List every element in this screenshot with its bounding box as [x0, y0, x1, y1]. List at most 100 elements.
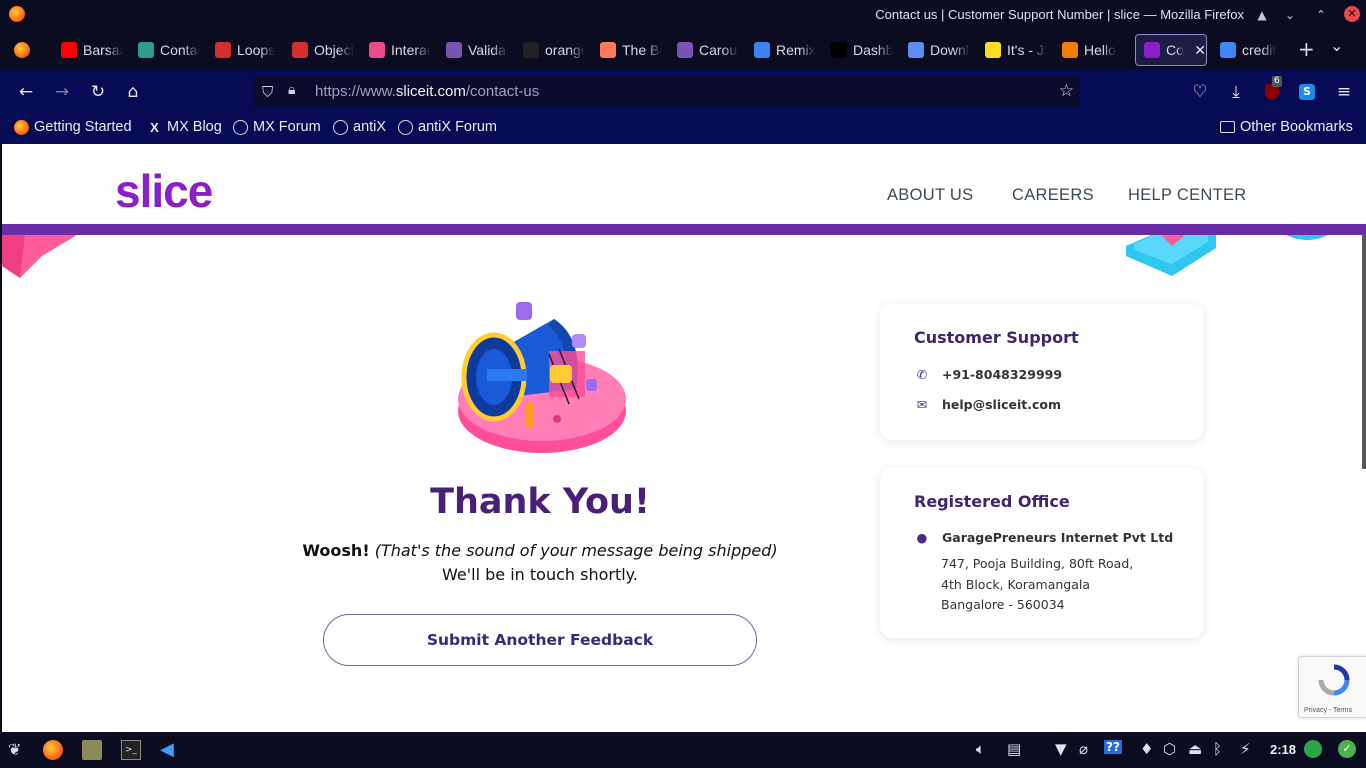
skype-extension-icon[interactable]: S: [1297, 82, 1317, 102]
cube-icon[interactable]: ⬡: [1163, 740, 1176, 758]
browser-tab[interactable]: Carousel: [669, 34, 739, 66]
tab-label: Loops: [237, 42, 276, 58]
bookmark-antix-forum[interactable]: antiX Forum: [398, 119, 497, 135]
ublock-icon[interactable]: 6: [1262, 76, 1282, 102]
update-icon[interactable]: [1304, 740, 1322, 758]
registered-office-heading: Registered Office: [914, 492, 1070, 511]
support-phone-row[interactable]: ✆ +91-8048329999: [914, 366, 1062, 382]
browser-tab[interactable]: Hello: [1054, 34, 1124, 66]
browser-tab[interactable]: Barsaat: [53, 34, 123, 66]
nav-help-center[interactable]: HELP CENTER: [1128, 186, 1247, 205]
wifi-icon[interactable]: ▼: [1055, 740, 1067, 758]
bootstrap-icon: [677, 42, 693, 58]
submit-another-feedback-button[interactable]: Submit Another Feedback: [323, 614, 757, 666]
browser-tab[interactable]: credit: [1212, 34, 1288, 66]
pocket-icon[interactable]: ♡: [1190, 82, 1210, 102]
firefox-icon: [14, 119, 29, 135]
browser-tab[interactable]: Validation: [438, 34, 508, 66]
firefox-menu-icon[interactable]: [14, 42, 30, 58]
js-icon: [985, 42, 1001, 58]
volume-icon[interactable]: 🔈︎: [976, 740, 985, 758]
help-icon[interactable]: ??: [1104, 740, 1122, 754]
new-tab-button[interactable]: +: [1298, 37, 1315, 61]
globe-icon: [333, 119, 348, 135]
lock-icon[interactable]: 🔒︎: [288, 82, 295, 98]
terminal-icon[interactable]: >_: [121, 740, 141, 760]
bookmark-antix[interactable]: antiX: [333, 119, 386, 135]
firefox-icon: [9, 6, 25, 22]
firefox-launcher-icon[interactable]: [43, 740, 63, 760]
menu-icon[interactable]: ≡: [1334, 82, 1354, 102]
recaptcha-badge[interactable]: Privacy - Terms: [1298, 656, 1366, 718]
notes-icon[interactable]: ▤: [1007, 740, 1021, 758]
close-window-button[interactable]: ✕: [1344, 6, 1360, 22]
reload-icon[interactable]: ↻: [88, 82, 108, 102]
battery-icon[interactable]: ⚡: [1240, 740, 1251, 758]
office-company: GaragePreneurs Internet Pvt Ltd: [942, 529, 1174, 545]
browser-tab[interactable]: Download: [900, 34, 970, 66]
start-menu-icon[interactable]: ❦: [8, 740, 28, 760]
bookmark-star-icon[interactable]: ☆: [1059, 81, 1074, 101]
tracking-shield-icon[interactable]: ⛉: [262, 83, 273, 101]
file-manager-icon[interactable]: [82, 740, 102, 760]
url-bar[interactable]: ⛉ 🔒︎ https://www.sliceit.com/contact-us …: [254, 76, 1080, 108]
location-pin-icon: ●: [916, 529, 928, 545]
list-tabs-icon[interactable]: ⌄: [1330, 36, 1343, 55]
keep-above-button[interactable]: ▲: [1252, 5, 1272, 25]
customer-support-card: Customer Support ✆ +91-8048329999 ✉ help…: [880, 304, 1204, 440]
dribbble-icon: [369, 42, 385, 58]
support-phone[interactable]: +91-8048329999: [942, 367, 1062, 382]
bluetooth-icon[interactable]: ᛒ: [1213, 740, 1222, 758]
browser-tab[interactable]: Dashboard: [823, 34, 893, 66]
slice-logo[interactable]: slice: [115, 164, 213, 218]
close-tab-icon[interactable]: ✕: [1194, 42, 1206, 59]
web-page: slice ABOUT US CAREERS HELP CENTER Thank…: [2, 144, 1366, 732]
eject-icon[interactable]: ⏏: [1188, 740, 1202, 758]
browser-tab[interactable]: Contact: [130, 34, 200, 66]
bookmark-mx-blog[interactable]: X MX Blog: [147, 119, 222, 135]
nav-about-us[interactable]: ABOUT US: [887, 186, 973, 205]
nav-careers[interactable]: CAREERS: [1012, 186, 1094, 205]
clock[interactable]: 2:18: [1270, 742, 1296, 757]
ag-icon: [1062, 42, 1078, 58]
header-band: [2, 224, 1366, 235]
other-bookmarks[interactable]: Other Bookmarks: [1220, 119, 1353, 135]
url-text[interactable]: https://www.sliceit.com/contact-us: [315, 83, 539, 100]
tab-bar: Barsaat Contact Loops Object Interactive Vali…: [0, 30, 1366, 70]
document-icon: [138, 42, 154, 58]
minimize-button[interactable]: ⌄: [1280, 5, 1300, 25]
forward-icon[interactable]: →: [52, 82, 72, 102]
browser-tab[interactable]: Remix: [746, 34, 816, 66]
downloads-icon[interactable]: ⤓: [1226, 82, 1246, 102]
tab-label: Interactive: [391, 42, 431, 58]
box-icon: [523, 42, 539, 58]
browser-tab[interactable]: Object: [284, 34, 354, 66]
browser-tab[interactable]: orange: [515, 34, 585, 66]
browser-tab[interactable]: Loops: [207, 34, 277, 66]
maximize-button[interactable]: ⌃: [1311, 5, 1331, 25]
recaptcha-icon: [1318, 664, 1350, 696]
tab-label: Download: [930, 42, 970, 58]
bookmark-mx-forum[interactable]: MX Forum: [233, 119, 321, 135]
vscode-icon[interactable]: ◀: [160, 740, 180, 760]
recaptcha-links[interactable]: Privacy - Terms: [1304, 707, 1352, 714]
ublock-count-badge: 6: [1272, 76, 1282, 87]
home-icon[interactable]: ⌂: [123, 82, 143, 102]
woosh-note: (That's the sound of your message being …: [374, 541, 778, 560]
browser-tab[interactable]: It's - JS: [977, 34, 1047, 66]
browser-tab[interactable]: Contact ✕: [1135, 34, 1207, 66]
browser-tab[interactable]: The Best: [592, 34, 662, 66]
check-icon[interactable]: ✓: [1338, 740, 1356, 758]
globe-icon: [398, 119, 413, 135]
bookmark-getting-started[interactable]: Getting Started: [14, 119, 132, 135]
support-email-row[interactable]: ✉ help@sliceit.com: [914, 396, 1061, 412]
bulb-icon[interactable]: ♦: [1140, 740, 1153, 758]
office-company-row: ● GaragePreneurs Internet Pvt Ltd: [914, 529, 1174, 545]
browser-tab[interactable]: Interactive: [361, 34, 431, 66]
support-email[interactable]: help@sliceit.com: [942, 397, 1061, 412]
back-icon[interactable]: ←: [16, 82, 36, 102]
megaphone-illustration: [458, 302, 626, 453]
clipboard-icon[interactable]: ⌀: [1079, 740, 1088, 758]
registered-office-card: Registered Office ● GaragePreneurs Inter…: [880, 468, 1204, 638]
phone-icon: ✆: [916, 366, 928, 382]
